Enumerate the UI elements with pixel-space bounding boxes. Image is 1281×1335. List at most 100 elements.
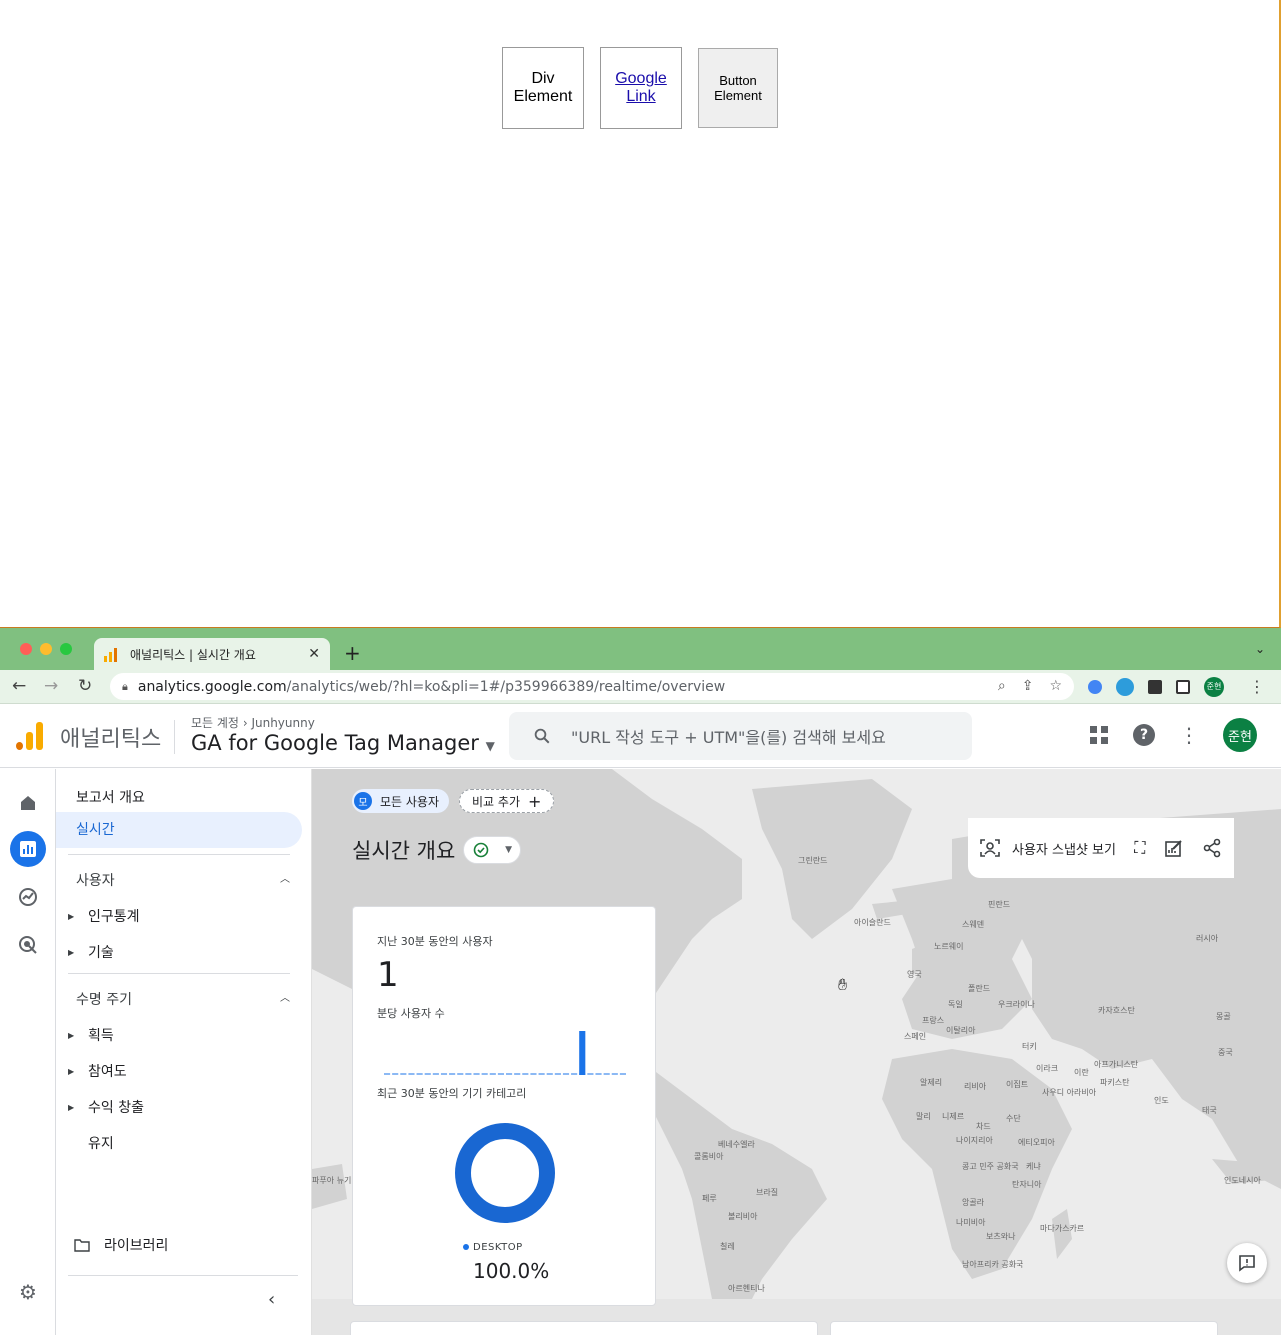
divider — [68, 1275, 298, 1276]
nav-tech-label: 기술 — [88, 945, 114, 961]
reports-icon[interactable] — [10, 831, 46, 867]
nav-report-overview[interactable]: 보고서 개요 — [76, 787, 145, 807]
map-country-label: 파키스탄 — [1100, 1078, 1130, 1087]
tab-close-icon[interactable]: ✕ — [308, 646, 320, 662]
map-country-label: 말리 — [916, 1112, 931, 1121]
feedback-icon — [1239, 1255, 1255, 1272]
feedback-button[interactable] — [1227, 1243, 1267, 1283]
forward-icon[interactable]: → — [44, 676, 58, 696]
explore-icon[interactable] — [10, 879, 46, 915]
account-avatar[interactable]: 준현 — [1223, 718, 1257, 752]
legend-desktop-label: DESKTOP — [473, 1242, 523, 1253]
tab-search-chevron-icon[interactable]: ⌄ — [1255, 642, 1265, 656]
add-comparison-button[interactable]: 비교 추가 + — [459, 789, 555, 813]
expand-triangle-icon: ▶ — [68, 911, 75, 921]
browser-menu-icon[interactable]: ⋮ — [1249, 677, 1265, 696]
ga-search-input[interactable]: "URL 작성 도구 + UTM"을(를) 검색해 보세요 — [509, 712, 972, 760]
home-icon[interactable] — [10, 785, 46, 821]
reload-icon[interactable]: ↻ — [78, 676, 92, 696]
more-vert-icon[interactable]: ⋮ — [1179, 723, 1199, 747]
browser-tab[interactable]: 애널리틱스 | 실시간 개요 ✕ — [94, 638, 330, 670]
nav-demographics-label: 인구통계 — [88, 909, 140, 925]
help-icon[interactable]: ? — [1133, 724, 1155, 746]
nav-retention[interactable]: 유지 — [68, 1133, 114, 1153]
page-title: 실시간 개요 — [352, 839, 456, 863]
bar[interactable] — [579, 1031, 586, 1075]
puzzle-extensions-icon[interactable] — [1148, 680, 1162, 694]
device-donut-chart[interactable] — [453, 1121, 557, 1225]
map-country-label: 남아프리카 공화국 — [962, 1260, 1024, 1269]
share-icon[interactable]: ⇪ — [1022, 678, 1034, 694]
map-country-label: 알제리 — [920, 1078, 943, 1087]
map-country-label: 브라질 — [756, 1188, 779, 1197]
map-country-label: 우크라이나 — [998, 1000, 1035, 1009]
nav-library[interactable]: 라이브러리 — [74, 1235, 168, 1255]
apps-grid-icon[interactable] — [1089, 725, 1109, 745]
div-element[interactable]: Div Element — [502, 47, 584, 129]
map-country-label: 터키 — [1022, 1042, 1037, 1051]
lock-icon: 🔒︎ — [122, 679, 128, 693]
user-snapshot-icon — [980, 839, 1000, 857]
map-country-label: 폴란드 — [968, 984, 991, 993]
zoom-icon[interactable]: ⌕ — [998, 678, 1006, 694]
map-country-label: 태국 — [1202, 1106, 1217, 1115]
map-country-label: 니제르 — [942, 1112, 965, 1121]
donut-slice[interactable] — [455, 1123, 555, 1223]
browser-toolbar: ← → ↻ 🔒︎ analytics.google.com/analytics/… — [0, 670, 1281, 704]
all-users-label: 모든 사용자 — [380, 794, 440, 809]
expand-triangle-icon: ▶ — [68, 1102, 75, 1112]
map-country-label: 이집트 — [1006, 1080, 1029, 1089]
share-icon[interactable] — [1202, 838, 1222, 858]
section-users[interactable]: 사용자 ︿ — [76, 870, 290, 890]
close-window-button[interactable] — [20, 643, 32, 655]
nav-acquisition[interactable]: ▶ 획득 — [68, 1025, 114, 1045]
customize-report-icon[interactable] — [1164, 838, 1184, 858]
data-status-dropdown[interactable]: ▼ — [463, 836, 522, 864]
analytics-logo-icon[interactable] — [16, 720, 43, 750]
maximize-window-button[interactable] — [60, 643, 72, 655]
breadcrumb[interactable]: 모든 계정 › Junhyunny — [191, 714, 315, 731]
property-selector[interactable]: GA for Google Tag Manager ▼ — [191, 731, 495, 755]
property-name: GA for Google Tag Manager — [191, 731, 479, 755]
back-icon[interactable]: ← — [12, 676, 26, 696]
address-bar[interactable]: 🔒︎ analytics.google.com/analytics/web/?h… — [110, 673, 1074, 700]
nav-demographics[interactable]: ▶ 인구통계 — [68, 906, 140, 926]
all-users-chip[interactable]: 모 모든 사용자 — [352, 789, 450, 813]
chevron-up-icon: ︿ — [280, 874, 290, 885]
profile-avatar[interactable]: 준현 — [1204, 677, 1224, 697]
map-country-label: 나미비아 — [956, 1218, 986, 1227]
map-country-label: 스페인 — [904, 1032, 927, 1041]
extensions-area: 준현 — [1088, 677, 1224, 697]
user-snapshot-label: 사용자 스냅샷 보기 — [1012, 842, 1116, 858]
nav-monetization[interactable]: ▶ 수익 창출 — [68, 1097, 144, 1117]
nav-realtime[interactable]: 실시간 — [56, 812, 302, 848]
realtime-actions: 사용자 스냅샷 보기 ⛶ — [968, 818, 1234, 878]
tag-assistant-extension-icon[interactable] — [1088, 680, 1102, 694]
breadcrumb-account: Junhyunny — [251, 716, 315, 730]
nav-tech[interactable]: ▶ 기술 — [68, 942, 114, 962]
minimize-window-button[interactable] — [40, 643, 52, 655]
sidepanel-icon[interactable] — [1176, 680, 1190, 694]
section-lifecycle[interactable]: 수명 주기 ︿ — [76, 989, 290, 1009]
map-country-label: 리비아 — [964, 1082, 987, 1091]
search-icon — [534, 728, 550, 744]
map-country-label: 사우디 아라비아 — [1042, 1088, 1097, 1097]
advertising-icon[interactable] — [10, 927, 46, 963]
fullscreen-icon[interactable]: ⛶ — [1134, 838, 1145, 858]
new-tab-icon[interactable]: + — [344, 641, 361, 665]
nav-engagement[interactable]: ▶ 참여도 — [68, 1061, 127, 1081]
bookmark-star-icon[interactable]: ☆ — [1049, 678, 1062, 694]
user-snapshot-button[interactable]: 사용자 스냅샷 보기 — [980, 839, 1116, 858]
next-card-right — [830, 1321, 1218, 1335]
button-element[interactable]: Button Element — [698, 48, 778, 128]
legend-dot — [463, 1244, 469, 1250]
expand-triangle-icon: ▶ — [68, 1030, 75, 1040]
caret-down-icon: ▼ — [505, 845, 512, 855]
users-per-minute-chart[interactable] — [383, 1025, 627, 1075]
admin-gear-icon[interactable]: ⚙ — [10, 1274, 46, 1310]
google-link[interactable]: Google Link — [611, 70, 671, 106]
map-country-label: 프랑스 — [922, 1016, 945, 1025]
folder-icon — [74, 1239, 90, 1252]
edge-extension-icon[interactable] — [1116, 678, 1134, 696]
collapse-chevron-left-icon[interactable]: ‹ — [268, 1289, 275, 1310]
